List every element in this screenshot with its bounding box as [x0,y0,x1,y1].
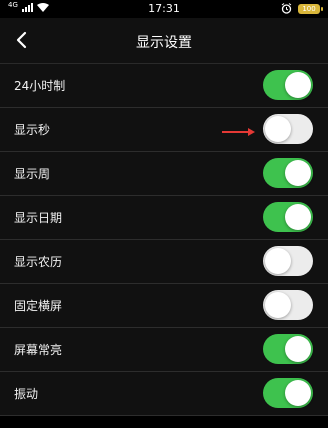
setting-row-vibrate: 振动 [0,372,328,416]
status-time: 17:31 [148,2,180,15]
toggle-vibrate[interactable] [263,378,313,408]
setting-row-landscape: 固定横屏 [0,284,328,328]
setting-row-24h: 24小时制 [0,64,328,108]
toggle-show-date[interactable] [263,202,313,232]
setting-label: 屏幕常亮 [14,343,63,357]
toggle-knob [285,72,311,98]
setting-row-seconds: 显示秒 [0,108,328,152]
setting-label: 显示周 [14,167,51,181]
alarm-icon [281,3,292,14]
toggle-24h[interactable] [263,70,313,100]
setting-row-date: 显示日期 [0,196,328,240]
red-arrow-icon [222,127,256,137]
toggle-show-week[interactable] [263,158,313,188]
toggle-knob [265,292,291,318]
toggle-knob [285,160,311,186]
setting-label: 24小时制 [14,79,66,93]
setting-row-lunar: 显示农历 [0,240,328,284]
status-bar: 4G 17:31 100 [0,0,328,18]
page-title: 显示设置 [136,35,192,51]
toggle-fixed-landscape[interactable] [263,290,313,320]
toggle-show-lunar[interactable] [263,246,313,276]
toggle-knob [265,116,291,142]
toggle-show-seconds[interactable] [263,114,313,144]
setting-label: 显示农历 [14,255,63,269]
setting-row-week: 显示周 [0,152,328,196]
toggle-knob [285,336,311,362]
battery-indicator: 100 [298,3,323,14]
settings-list: 24小时制 显示秒 显示周 显示日期 显示农历 固定横屏 屏幕常亮 振动 [0,64,328,416]
setting-label: 固定横屏 [14,299,63,313]
setting-label: 显示日期 [14,211,63,225]
toggle-knob [285,204,311,230]
toggle-screen-on[interactable] [263,334,313,364]
toggle-knob [265,248,291,274]
setting-label: 显示秒 [14,123,51,137]
header: 显示设置 [0,18,328,64]
status-right: 100 [281,3,323,14]
setting-row-screen-on: 屏幕常亮 [0,328,328,372]
setting-label: 振动 [14,387,39,401]
toggle-knob [285,380,311,406]
